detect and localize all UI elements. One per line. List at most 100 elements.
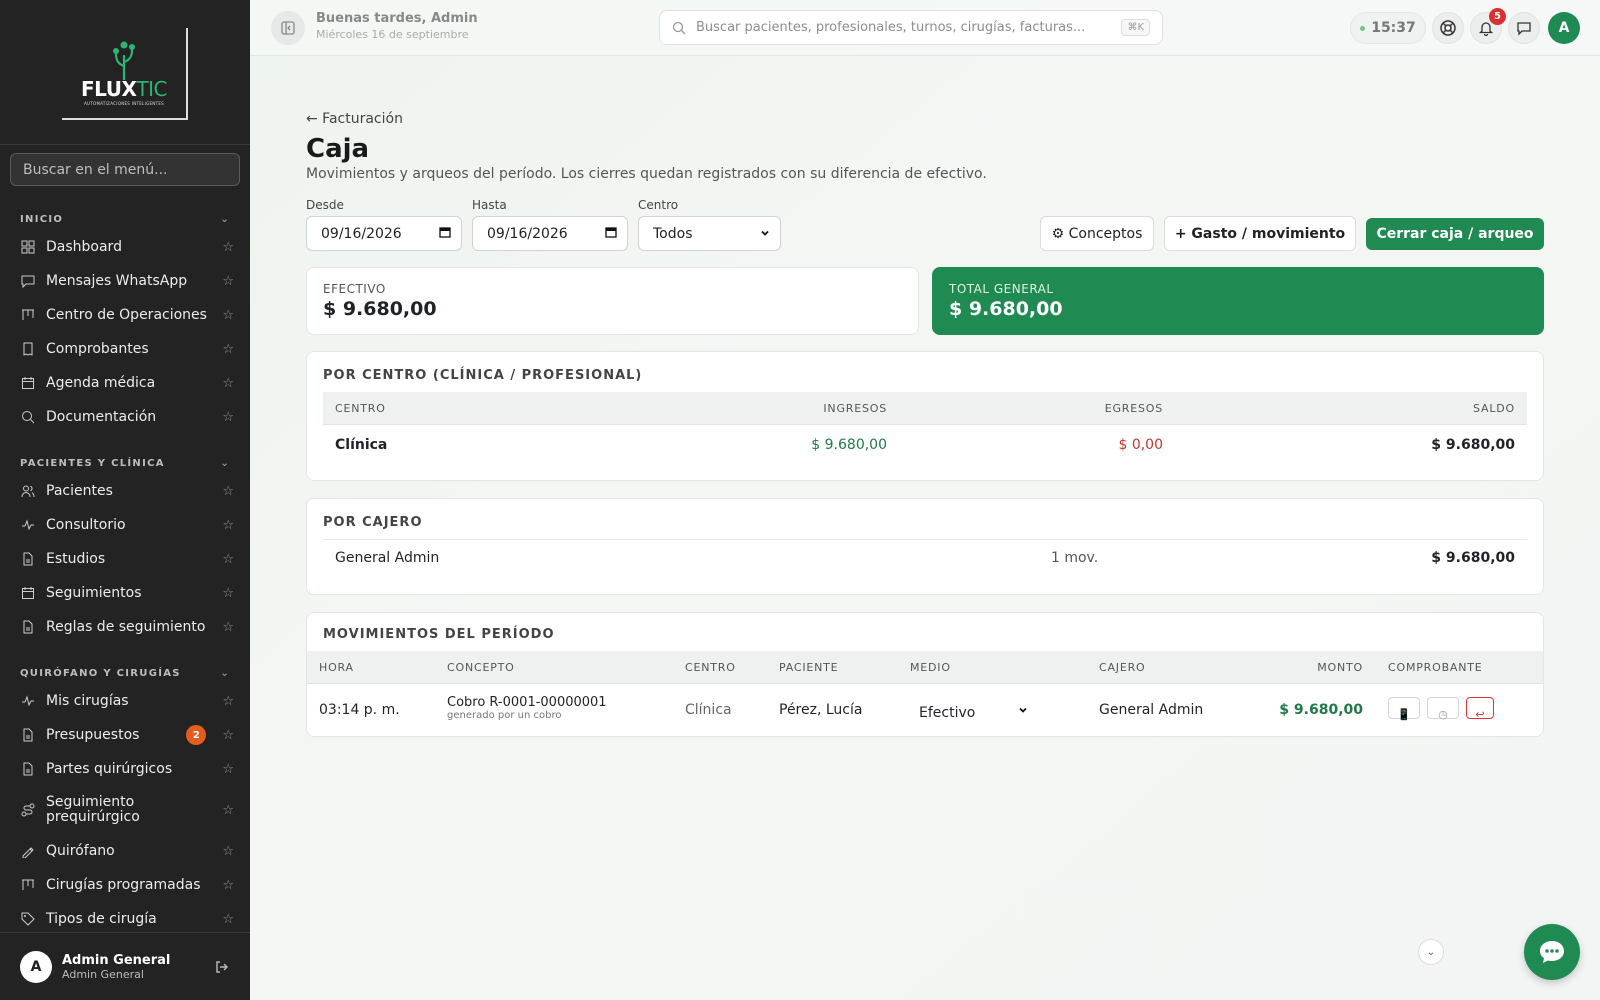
back-link[interactable]: ← Facturación xyxy=(306,111,403,127)
sidebar-item-dashboard[interactable]: Dashboard ☆ xyxy=(0,230,250,264)
sidebar-menu: INICIO ⌄ Dashboard ☆ Mensajes WhatsApp ☆ Centr… xyxy=(0,200,250,930)
sidebar-item-cirugias-programadas[interactable]: Cirugías programadas ☆ xyxy=(0,868,250,902)
sidebar-item-partes-quirurgicos[interactable]: Partes quirúrgicos ☆ xyxy=(0,752,250,786)
receipt-icon xyxy=(20,341,36,357)
revert-button[interactable]: ↩ xyxy=(1466,697,1494,721)
status-dot xyxy=(1360,25,1366,31)
sidebar-group-header[interactable]: PACIENTES Y CLÍNICA ⌄ xyxy=(0,452,250,474)
cell-paciente: Pérez, Lucía xyxy=(779,702,863,718)
sidebar-item-mis-cirugias[interactable]: Mis cirugías ☆ xyxy=(0,684,250,718)
col-egresos: EGRESOS xyxy=(1104,402,1163,415)
star-icon[interactable]: ☆ xyxy=(222,728,234,743)
chat-fab-button[interactable] xyxy=(1524,924,1580,980)
fluxtic-logo[interactable]: FLUXTIC AUTOMATIZACIONES INTELIGENTES xyxy=(62,28,188,120)
chevron-down-icon xyxy=(1019,707,1027,713)
users-icon xyxy=(20,483,36,499)
star-icon[interactable]: ☆ xyxy=(222,274,234,289)
current-date: Miércoles 16 de septiembre xyxy=(316,28,469,41)
star-icon[interactable]: ☆ xyxy=(222,484,234,499)
desde-label: Desde xyxy=(306,198,344,212)
page-subtitle: Movimientos y arqueos del período. Los c… xyxy=(306,166,987,182)
hasta-label: Hasta xyxy=(472,198,507,212)
activity-icon xyxy=(20,517,36,533)
sidebar-item-consultorio[interactable]: Consultorio ☆ xyxy=(0,508,250,542)
sidebar-item-comprobantes[interactable]: Comprobantes ☆ xyxy=(0,332,250,366)
sidebar-item-label: Estudios xyxy=(46,550,106,567)
sidebar-item-centro-de-operaciones[interactable]: Centro de Operaciones ☆ xyxy=(0,298,250,332)
star-icon[interactable]: ☆ xyxy=(222,586,234,601)
star-icon[interactable]: ☆ xyxy=(222,552,234,567)
sidebar-item-quirofano[interactable]: Quirófano ☆ xyxy=(0,834,250,868)
tag-icon xyxy=(20,911,36,927)
sidebar-item-presupuestos[interactable]: Presupuestos 2 ☆ xyxy=(0,718,250,752)
scroll-down-button[interactable]: ⌄ xyxy=(1418,939,1444,965)
table-row: Clínica $ 9.680,00 $ 0,00 $ 9.680,00 xyxy=(323,429,1527,462)
divider xyxy=(323,539,1527,540)
medio-select[interactable]: Efectivo xyxy=(910,697,1034,723)
sidebar-item-label: Mensajes WhatsApp xyxy=(46,272,188,289)
notification-badge: 5 xyxy=(1489,8,1506,25)
lifebuoy-icon xyxy=(1440,20,1456,36)
hasta-date-input[interactable]: 09/16/2026 xyxy=(472,216,628,251)
notifications-button[interactable]: 5 xyxy=(1470,8,1506,44)
sidebar-item-seguimientos[interactable]: Seguimientos ☆ xyxy=(0,576,250,610)
undo-icon: ↩ xyxy=(1475,708,1485,721)
add-gasto-button[interactable]: + Gasto / movimiento xyxy=(1164,216,1356,251)
shortcut-hint: ⌘K xyxy=(1121,19,1150,36)
col-ingresos: INGRESOS xyxy=(823,402,887,415)
sidebar-collapse-icon xyxy=(281,21,295,35)
cerrar-caja-button[interactable]: Cerrar caja / arqueo xyxy=(1366,218,1544,250)
sidebar-item-mensajes-whatsapp[interactable]: Mensajes WhatsApp ☆ xyxy=(0,264,250,298)
sidebar-item-agenda-medica[interactable]: Agenda médica ☆ xyxy=(0,366,250,400)
star-icon[interactable]: ☆ xyxy=(222,342,234,357)
por-centro-card: POR CENTRO (CLÍNICA / PROFESIONAL) CENTR… xyxy=(306,351,1544,481)
star-icon[interactable]: ☆ xyxy=(222,803,234,818)
logo-tagline: AUTOMATIZACIONES INTELIGENTES xyxy=(84,101,164,106)
total-general-card: TOTAL GENERAL $ 9.680,00 xyxy=(932,267,1544,335)
avatar[interactable]: A xyxy=(1548,12,1580,44)
star-icon[interactable]: ☆ xyxy=(222,694,234,709)
messages-button[interactable] xyxy=(1508,12,1540,44)
sidebar-item-pacientes[interactable]: Pacientes ☆ xyxy=(0,474,250,508)
sidebar: FLUXTIC AUTOMATIZACIONES INTELIGENTES Bu… xyxy=(0,0,250,1000)
global-search-input[interactable]: Buscar pacientes, profesionales, turnos,… xyxy=(659,10,1163,45)
print-receipt-button[interactable]: ◷ xyxy=(1427,697,1459,721)
star-icon[interactable]: ☆ xyxy=(222,620,234,635)
star-icon[interactable]: ☆ xyxy=(222,240,234,255)
star-icon[interactable]: ☆ xyxy=(222,878,234,893)
star-icon[interactable]: ☆ xyxy=(222,410,234,425)
sidebar-item-seguimiento-prequirurgico[interactable]: Seguimiento prequirúrgico ☆ xyxy=(0,786,250,834)
user-role: Admin General xyxy=(62,967,144,981)
sidebar-item-label: Comprobantes xyxy=(46,340,149,357)
star-icon[interactable]: ☆ xyxy=(222,912,234,927)
main-area: Buenas tardes, Admin Miércoles 16 de sep… xyxy=(250,0,1600,1000)
star-icon[interactable]: ☆ xyxy=(222,518,234,533)
centro-select[interactable]: Todos xyxy=(638,216,781,251)
cell-total: $ 9.680,00 xyxy=(1431,550,1515,566)
table-row: General Admin 1 mov. $ 9.680,00 xyxy=(323,542,1527,575)
conceptos-button[interactable]: ⚙ Conceptos xyxy=(1040,216,1154,251)
concepto-subtext: generado por un cobro xyxy=(447,710,562,721)
sidebar-item-documentacion[interactable]: Documentación ☆ xyxy=(0,400,250,434)
logout-icon[interactable] xyxy=(214,959,230,975)
sidebar-toggle-button[interactable] xyxy=(271,11,305,45)
star-icon[interactable]: ☆ xyxy=(222,844,234,859)
help-button[interactable] xyxy=(1432,12,1464,44)
col-comprobante: COMPROBANTE xyxy=(1388,661,1483,674)
sidebar-item-tipos-de-cirugia[interactable]: Tipos de cirugía ☆ xyxy=(0,902,250,930)
star-icon[interactable]: ☆ xyxy=(222,376,234,391)
desde-date-input[interactable]: 09/16/2026 xyxy=(306,216,462,251)
sidebar-item-reglas-de-seguimiento[interactable]: Reglas de seguimiento ☆ xyxy=(0,610,250,644)
sidebar-item-estudios[interactable]: Estudios ☆ xyxy=(0,542,250,576)
avatar[interactable]: A xyxy=(20,950,52,983)
star-icon[interactable]: ☆ xyxy=(222,308,234,323)
chevron-down-icon: ⌄ xyxy=(220,457,230,469)
sidebar-item-label: Dashboard xyxy=(46,238,122,255)
whatsapp-send-button[interactable]: 📱 xyxy=(1388,697,1420,721)
menu-search-input[interactable]: Buscar en el menú... xyxy=(10,153,240,186)
sidebar-item-label: Partes quirúrgicos xyxy=(46,760,173,777)
sidebar-group-header[interactable]: QUIRÓFANO Y CIRUGÍAS ⌄ xyxy=(0,662,250,684)
sidebar-group-header[interactable]: INICIO ⌄ xyxy=(0,208,250,230)
star-icon[interactable]: ☆ xyxy=(222,762,234,777)
col-saldo: SALDO xyxy=(1473,402,1515,415)
